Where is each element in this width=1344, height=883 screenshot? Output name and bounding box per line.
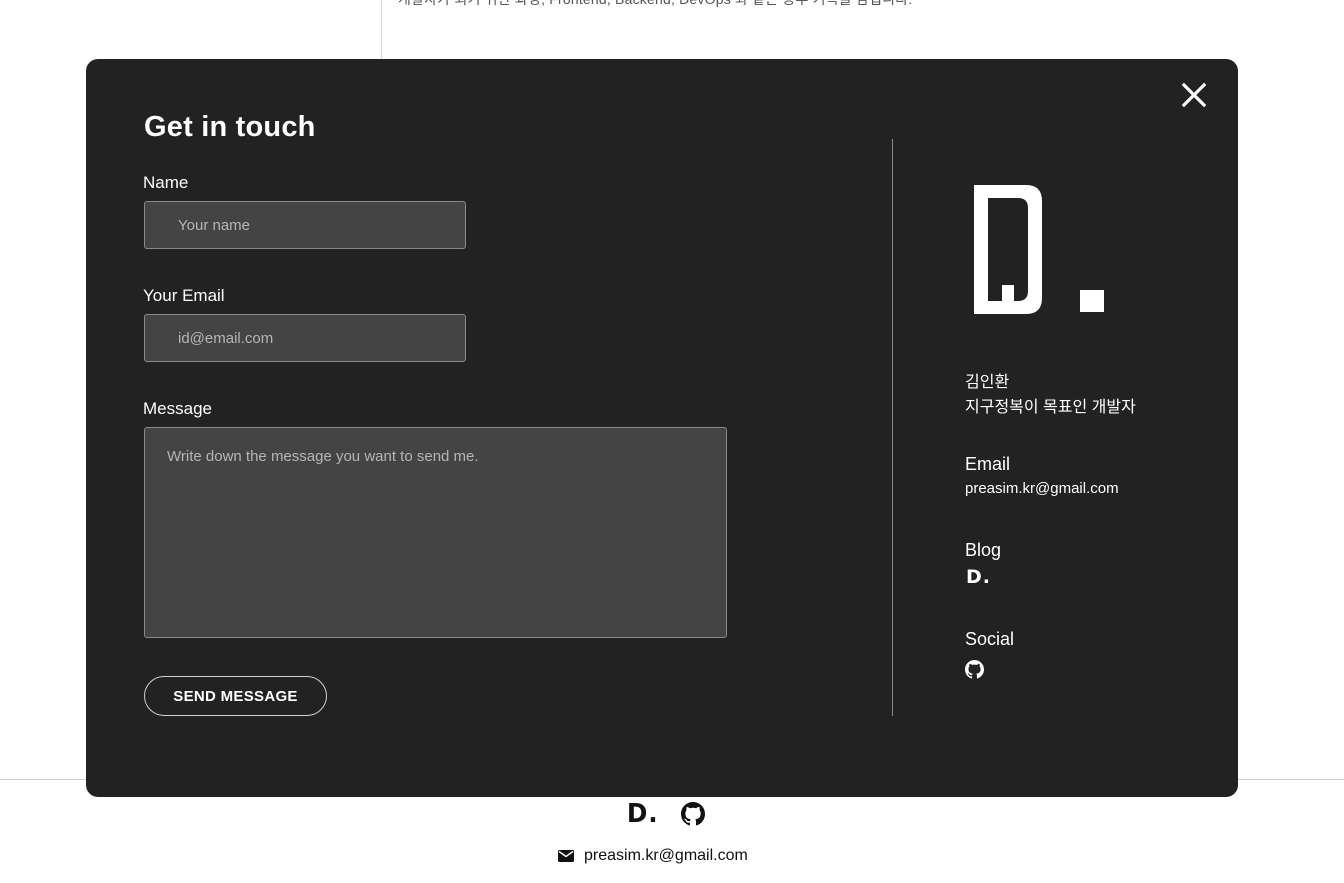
blog-heading: Blog	[965, 540, 1002, 560]
profile-tagline: 지구정복이 목표인 개발자	[965, 399, 1136, 416]
footer-blog-logo[interactable]: D.	[627, 801, 659, 827]
blog-logo-link[interactable]: D.	[966, 568, 991, 587]
footer-email-text[interactable]: preasim.kr@gmail.com	[584, 847, 748, 865]
footer-email[interactable]: preasim.kr@gmail.com	[558, 847, 748, 865]
github-icon[interactable]	[965, 660, 984, 679]
social-heading: Social	[965, 629, 1015, 649]
message-textarea[interactable]	[144, 427, 727, 638]
github-icon[interactable]	[681, 802, 706, 826]
close-icon[interactable]	[1180, 81, 1208, 109]
background-intro-text: 개발자가 되기 위한 과정, Frontend, Backend, DevOps…	[398, 0, 912, 9]
footer-links: D.	[626, 801, 706, 827]
background-divider	[381, 0, 382, 60]
page: 개발자가 되기 위한 과정, Frontend, Backend, DevOps…	[0, 0, 1344, 883]
email-input[interactable]	[144, 314, 466, 362]
modal-title: Get in touch	[144, 111, 316, 143]
email-label: Your Email	[143, 286, 225, 305]
vertical-divider	[892, 139, 893, 716]
mail-icon	[558, 850, 574, 862]
profile-name: 김인환	[965, 374, 1010, 391]
brand-logo: D.	[974, 185, 1104, 314]
contact-modal: Get in touch Name Your Email Message SEN…	[86, 59, 1238, 797]
email-heading: Email	[965, 454, 1011, 474]
profile-email[interactable]: preasim.kr@gmail.com	[965, 480, 1119, 497]
send-message-button[interactable]: SEND MESSAGE	[144, 676, 327, 716]
name-label: Name	[143, 173, 189, 192]
name-input[interactable]	[144, 201, 466, 249]
message-label: Message	[143, 399, 212, 418]
